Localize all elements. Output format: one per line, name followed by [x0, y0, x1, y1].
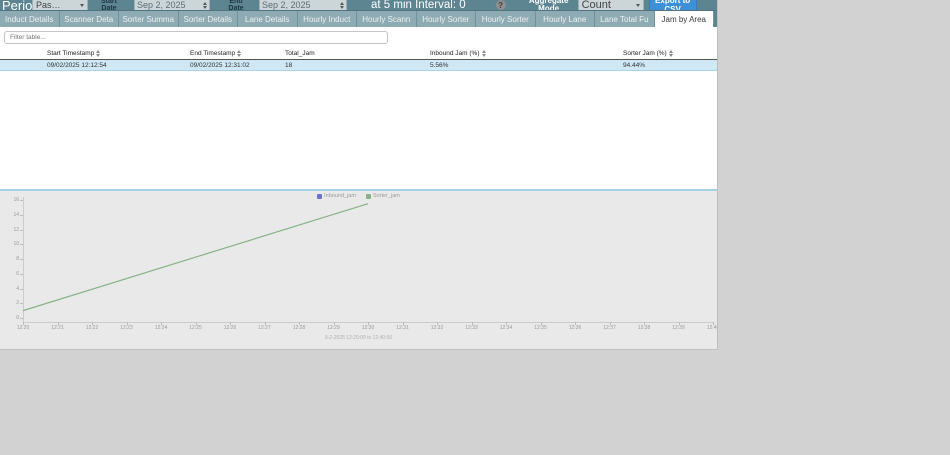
series-line-sorter-jam	[23, 204, 368, 311]
table-cell: 18	[283, 62, 425, 69]
sort-icon[interactable]	[669, 50, 673, 57]
tab-hourly-induct[interactable]: Hourly Induct	[298, 11, 358, 27]
sort-asc-icon	[237, 50, 241, 53]
date-stepper-icon[interactable]	[338, 2, 344, 9]
sort-icon[interactable]	[96, 50, 100, 57]
table-row[interactable]: 09/02/2025 12:12:5409/02/2025 12:31:0218…	[0, 60, 717, 71]
tab-hourly-scann[interactable]: Hourly Scann	[357, 11, 417, 27]
sort-asc-icon	[482, 50, 486, 53]
end-date-input[interactable]: Sep 2, 2025	[259, 0, 347, 10]
column-label: Total_Jam	[285, 50, 315, 57]
sort-icon[interactable]	[237, 50, 241, 57]
filter-input[interactable]	[4, 31, 388, 44]
column-header-end-timestamp[interactable]: End Timestamp	[185, 50, 283, 57]
sort-desc-icon	[96, 54, 100, 57]
tab-sorter-details[interactable]: Sorter Details	[179, 11, 239, 27]
column-header-total-jam[interactable]: Total_Jam	[283, 50, 425, 57]
sort-desc-icon	[669, 54, 673, 57]
tab-hourly-lane[interactable]: Hourly Lane	[536, 11, 596, 27]
column-header-sorter-jam[interactable]: Sorter Jam (%)	[620, 50, 716, 57]
aggregate-mode-label: Aggregate Mode	[521, 0, 577, 10]
chart-plot-area	[0, 191, 717, 350]
data-table: Start Timestamp End Timestamp Total_Jam Inb…	[0, 48, 717, 71]
export-csv-button[interactable]: Export to CSV	[649, 0, 697, 10]
chevron-down-icon	[80, 4, 84, 7]
column-header-inbound-jam[interactable]: Inbound Jam (%)	[425, 50, 620, 57]
table-cell: 5.56%	[425, 62, 620, 69]
sort-desc-icon	[482, 54, 486, 57]
tab-sorter-summa[interactable]: Sorter Summa	[119, 11, 179, 27]
desktop-background: Period Pas… Start Date Sep 2, 2025 End D…	[0, 0, 950, 455]
tab-scanner-deta[interactable]: Scanner Deta	[60, 11, 120, 27]
tab-lane-total-fu[interactable]: Lane Total Fu	[595, 11, 655, 27]
tab-jam-by-area[interactable]: Jam by Area	[655, 11, 715, 27]
tab-induct-details[interactable]: Induct Details	[0, 11, 60, 27]
period-label: Period	[2, 0, 32, 10]
period-select-value: Pas…	[36, 0, 61, 10]
end-date-label: End Date	[223, 0, 249, 10]
column-label: End Timestamp	[190, 50, 235, 57]
sort-icon[interactable]	[482, 50, 486, 57]
aggregate-mode-value: Count	[582, 0, 611, 10]
column-label: Start Timestamp	[47, 50, 94, 57]
end-date-value: Sep 2, 2025	[262, 0, 311, 10]
date-stepper-icon[interactable]	[201, 2, 207, 9]
sort-asc-icon	[669, 50, 673, 53]
tab-hourly-sorter[interactable]: Hourly Sorter	[417, 11, 477, 27]
toolbar: Period Pas… Start Date Sep 2, 2025 End D…	[0, 0, 717, 10]
start-date-label: Start Date	[96, 0, 122, 10]
aggregate-mode-select[interactable]: Count	[578, 0, 644, 10]
jam-chart: Inbound_jamSorter_jam024681012141612:201…	[0, 191, 717, 350]
column-header-start-timestamp[interactable]: Start Timestamp	[0, 50, 185, 57]
app-window: Period Pas… Start Date Sep 2, 2025 End D…	[0, 0, 718, 350]
table-cell: 09/02/2025 12:12:54	[0, 62, 185, 69]
column-label: Sorter Jam (%)	[623, 50, 667, 57]
chart-caption: 9-2-2025 12:20:00 to 12:40:00	[0, 335, 717, 341]
tab-lane-details[interactable]: Lane Details	[238, 11, 298, 27]
toolbar-inner: Period Pas… Start Date Sep 2, 2025 End D…	[0, 0, 717, 10]
chevron-down-icon	[636, 4, 640, 7]
table-section: Start Timestamp End Timestamp Total_Jam Inb…	[0, 31, 717, 189]
table-cell: 94.44%	[620, 62, 716, 69]
tab-bar: Induct DetailsScanner DetaSorter SummaSo…	[0, 10, 717, 27]
interval-text: at 5 min Interval: 0	[371, 0, 466, 10]
column-label: Inbound Jam (%)	[430, 50, 480, 57]
start-date-input[interactable]: Sep 2, 2025	[134, 0, 210, 10]
start-date-value: Sep 2, 2025	[137, 0, 186, 10]
tab-hourly-sorter[interactable]: Hourly Sorter	[476, 11, 536, 27]
period-select[interactable]: Pas…	[32, 0, 88, 10]
table-cell: 09/02/2025 12:31:02	[185, 62, 283, 69]
sort-desc-icon	[237, 54, 241, 57]
help-icon[interactable]: ?	[496, 0, 506, 10]
sort-asc-icon	[96, 50, 100, 53]
table-header-row: Start Timestamp End Timestamp Total_Jam Inb…	[0, 48, 717, 60]
